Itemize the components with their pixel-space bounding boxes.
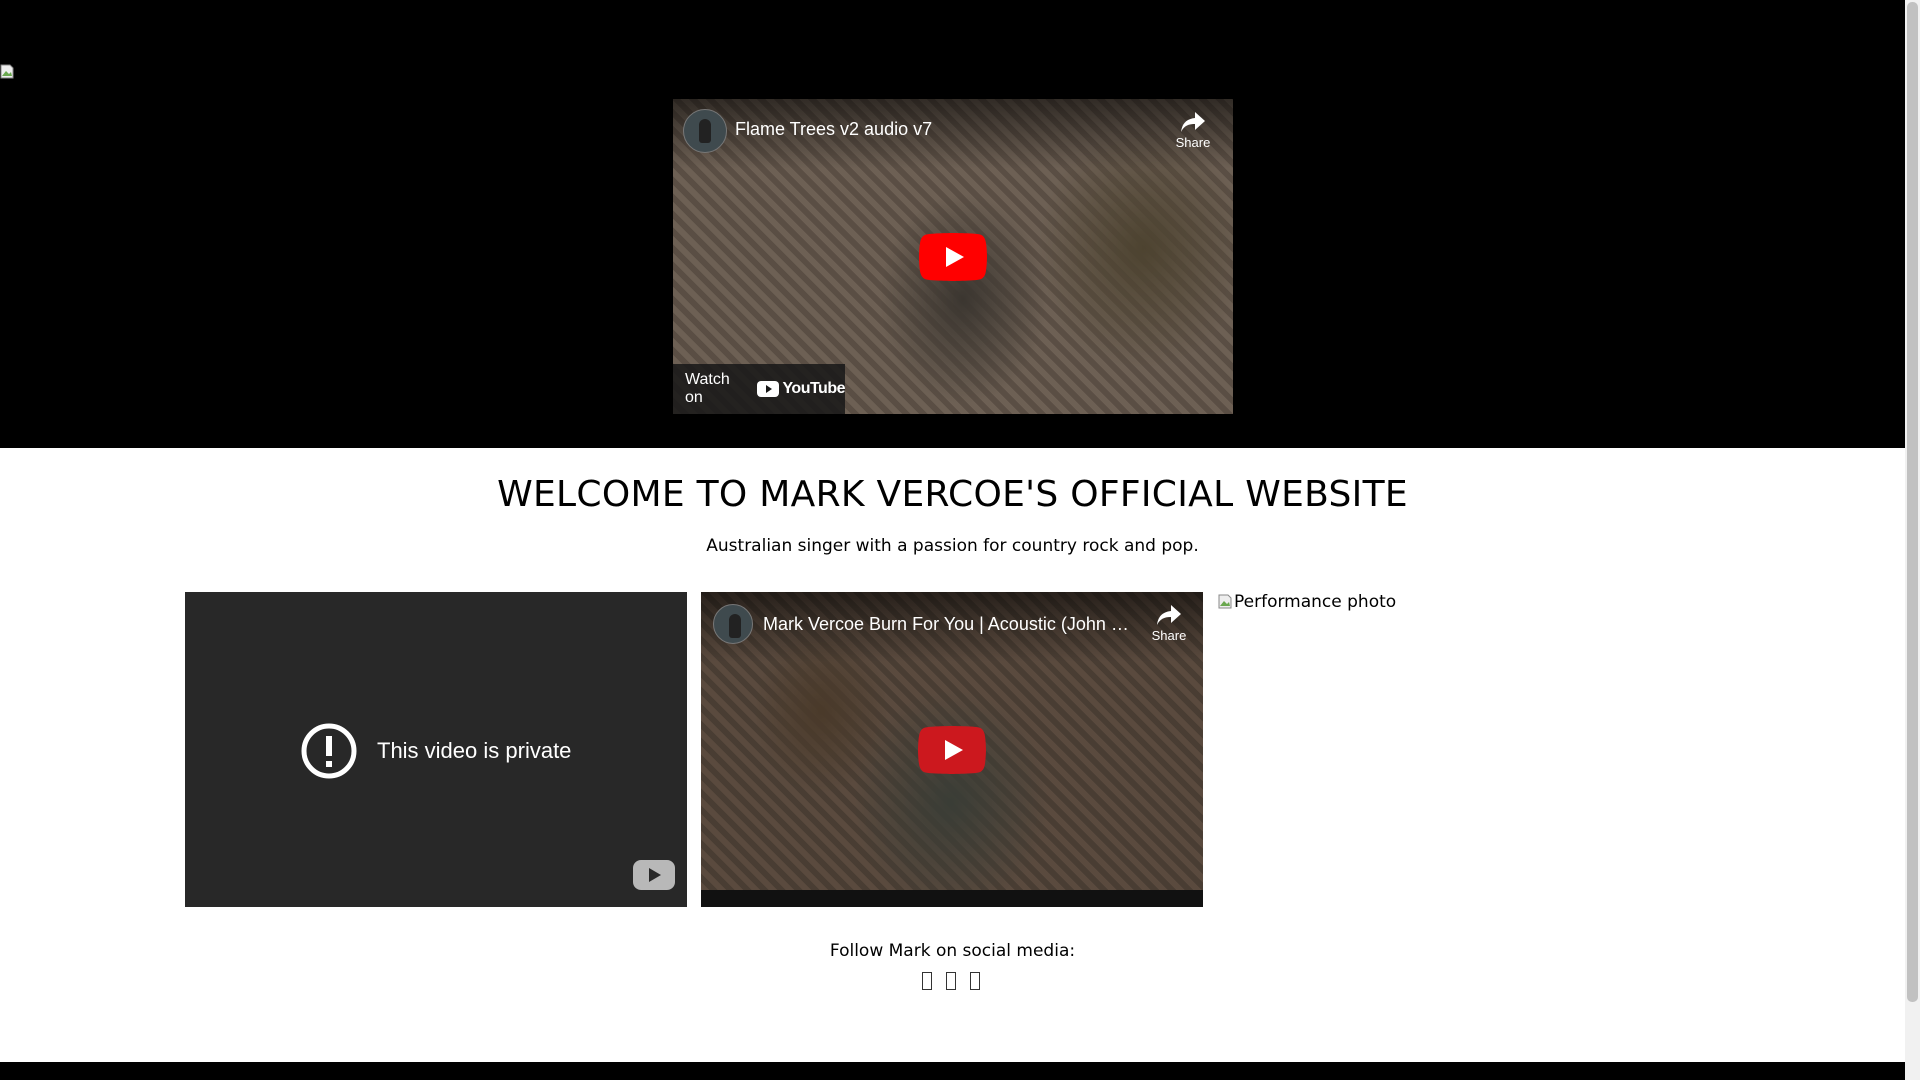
play-button-icon[interactable] xyxy=(919,232,987,281)
broken-image-icon xyxy=(0,64,14,79)
watch-on-youtube-button[interactable]: Watch on YouTube xyxy=(673,364,845,414)
private-video-embed[interactable]: This video is private xyxy=(185,592,687,907)
share-button[interactable]: Share xyxy=(1169,111,1217,150)
share-label: Share xyxy=(1151,628,1187,643)
social-follow-label: Follow Mark on social media: xyxy=(829,941,1076,961)
video-title[interactable]: Flame Trees v2 audio v7 xyxy=(735,119,1143,140)
share-icon xyxy=(1181,112,1205,132)
instagram-icon[interactable] xyxy=(946,972,956,990)
play-button-icon[interactable] xyxy=(918,725,986,774)
channel-avatar[interactable] xyxy=(713,604,753,644)
youtube-logo-icon[interactable] xyxy=(633,860,675,890)
private-video-text: This video is private xyxy=(377,738,572,763)
channel-avatar[interactable] xyxy=(683,109,727,153)
youtube-logo: YouTube xyxy=(757,380,845,398)
page-subtitle: Australian singer with a passion for cou… xyxy=(706,536,1199,556)
page-scrollbar[interactable] xyxy=(1905,0,1920,1080)
header-banner: Flame Trees v2 audio v7 Share Watch on Y… xyxy=(0,0,1905,448)
page-title: WELCOME TO MARK VERCOE'S OFFICIAL WEBSIT… xyxy=(497,474,1408,515)
footer xyxy=(0,1062,1905,1080)
burn-for-you-video-embed[interactable]: Mark Vercoe Burn For You | Acoustic (Joh… xyxy=(701,592,1203,907)
share-icon xyxy=(1157,605,1181,625)
performance-photo-alt: Performance photo xyxy=(1234,592,1397,612)
scrollbar-thumb[interactable] xyxy=(1907,2,1918,1002)
youtube-logo-icon xyxy=(757,381,780,397)
facebook-icon[interactable] xyxy=(922,972,932,990)
youtube-icon[interactable] xyxy=(970,972,980,990)
watch-on-label: Watch on xyxy=(685,371,730,406)
share-label: Share xyxy=(1175,135,1211,150)
performance-photo: Performance photo xyxy=(1218,592,1396,612)
private-video-message: This video is private xyxy=(301,723,571,779)
video-title[interactable]: Mark Vercoe Burn For You | Acoustic (Joh… xyxy=(763,614,1131,635)
social-icons xyxy=(922,972,980,990)
alert-icon xyxy=(301,723,357,779)
share-button[interactable]: Share xyxy=(1145,604,1193,643)
youtube-wordmark: YouTube xyxy=(782,380,845,397)
broken-image-icon xyxy=(1218,594,1232,609)
hero-video-embed[interactable]: Flame Trees v2 audio v7 Share Watch on Y… xyxy=(673,99,1233,414)
